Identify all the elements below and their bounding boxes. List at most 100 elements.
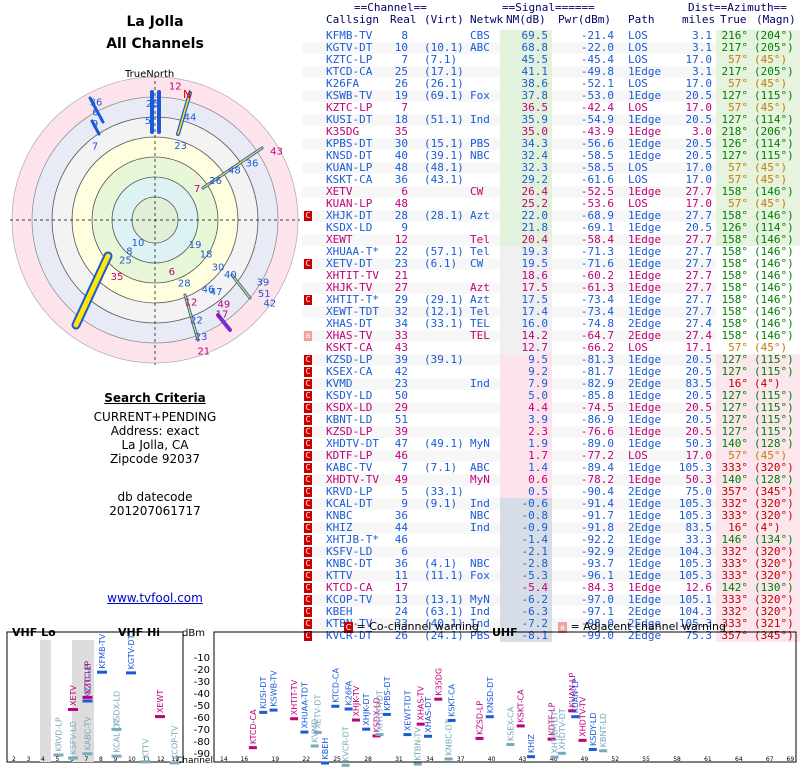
dbm-label: dBm bbox=[182, 628, 205, 639]
dbm-tick: -10 bbox=[194, 653, 210, 664]
criteria-line1: CURRENT+PENDING bbox=[93, 410, 217, 424]
spectrum-station-bar bbox=[527, 755, 535, 759]
uhf-channel-tick: 64 bbox=[735, 756, 743, 763]
dbm-tick: -30 bbox=[194, 677, 210, 688]
radar-channel-label: 36 bbox=[246, 159, 259, 170]
co-channel-warning: C bbox=[304, 427, 312, 437]
criteria-heading: Search Criteria bbox=[104, 391, 206, 405]
co-channel-warning: C bbox=[304, 355, 312, 365]
cell-net: CW bbox=[470, 257, 484, 270]
co-channel-warning: C bbox=[304, 523, 312, 533]
uhf-label: UHF bbox=[492, 626, 518, 639]
spectrum-station-label: XHJK-DT bbox=[362, 693, 371, 725]
spectrum-station-bar bbox=[506, 743, 515, 747]
radar-channel-label: 17 bbox=[216, 310, 229, 321]
spectrum-station-bar bbox=[485, 715, 494, 719]
radar-channel-label: 12 bbox=[185, 298, 198, 309]
header-pwr: Pwr(dBm) bbox=[558, 13, 611, 26]
spectrum-station-bar bbox=[313, 730, 322, 734]
vhf-channel-tick: 10 bbox=[128, 756, 136, 763]
co-channel-warning: C bbox=[304, 211, 312, 221]
spectrum-station-bar bbox=[82, 752, 93, 756]
radar-channel-label: 6 bbox=[92, 107, 98, 118]
spectrum-station-label: KSFV-LD bbox=[69, 721, 78, 754]
uhf-channel-tick: 40 bbox=[488, 756, 496, 763]
spectrum-station-label: KPBS-DT bbox=[383, 676, 392, 711]
table-row: a XHAS-TV 33 TEL 14.2 -64.7 2Edge 27.4 158° (146°… bbox=[302, 330, 800, 342]
table-row: C KSEX-CA 42 9.2 -81.7 1Edge 20.5 127° (115°) bbox=[302, 366, 800, 378]
spectrum-station-label: KTCD-CA bbox=[249, 709, 258, 744]
spectrum-station-label: KSEX-CA bbox=[506, 706, 515, 741]
spectrum-station-label: KTCD-CA bbox=[331, 667, 340, 702]
co-channel-warning: C bbox=[304, 295, 312, 305]
spectrum-station-label: XHAS-DT bbox=[424, 697, 433, 733]
cell-net: CW bbox=[470, 185, 484, 198]
vhf-channel-tick: 3 bbox=[27, 756, 31, 763]
tvfool-link[interactable]: www.tvfool.com bbox=[107, 591, 203, 605]
spectrum-station-bar bbox=[447, 718, 456, 722]
spectrum-station-label: KZTC-LP bbox=[84, 661, 93, 694]
vhf-channel-tick: 4 bbox=[41, 756, 45, 763]
uhf-channel-tick: 67 bbox=[766, 756, 774, 763]
spectrum-station-bar bbox=[126, 671, 136, 675]
spectrum-station-label: XHJK-TV bbox=[352, 685, 361, 716]
header-netwk: Netwk bbox=[470, 13, 504, 26]
spectrum-station-label: KCOP-TV bbox=[171, 725, 180, 759]
spectrum-station-bar bbox=[310, 744, 319, 748]
cell-net: Fox bbox=[470, 89, 490, 102]
radar-channel-label: 12 bbox=[169, 81, 182, 92]
co-channel-warning: C bbox=[304, 451, 312, 461]
radar-channel-label: 43 bbox=[270, 147, 283, 158]
spectrum-station-bar bbox=[259, 710, 268, 714]
spectrum-station-bar bbox=[588, 747, 597, 751]
vhf-channel-tick: 5 bbox=[56, 756, 60, 763]
co-channel-warning: C bbox=[304, 367, 312, 377]
spectrum-station-label: KFMB-TV bbox=[98, 633, 107, 668]
co-channel-warning: C bbox=[304, 487, 312, 497]
dbm-tick: -40 bbox=[194, 689, 210, 700]
table-row: XETV 6 CW 26.4 -52.5 1Edge 27.7 158° (146°) bbox=[302, 186, 800, 198]
radar-channel-label: 30 bbox=[212, 262, 225, 273]
spectrum-station-bar bbox=[413, 762, 422, 766]
spectrum-station-label: KRVD-LP bbox=[55, 717, 64, 751]
table-row: C KNBC 36 NBC -0.8 -91.7 1Edge 105.3 333° (320°) bbox=[302, 510, 800, 522]
radar-channel-label: 23 bbox=[174, 141, 187, 152]
radar-rings bbox=[10, 75, 300, 365]
cell-virt: (11.1) bbox=[424, 569, 464, 582]
cell-net: Fox bbox=[470, 569, 490, 582]
co-channel-warning: C bbox=[304, 559, 312, 569]
spectrum-station-bar bbox=[82, 695, 93, 699]
spectrum-station-bar bbox=[155, 715, 165, 719]
cell-virt: (49.1) bbox=[424, 437, 464, 450]
cell-net: Ind bbox=[470, 113, 490, 126]
radar-channel-label: 44 bbox=[184, 113, 197, 124]
uhf-channel-tick: 49 bbox=[581, 756, 589, 763]
radar-channel-label: 28 bbox=[178, 279, 191, 290]
radar-channel-label: 26 bbox=[209, 176, 222, 187]
spectrum-station-bar bbox=[82, 699, 93, 703]
spectrum-station-bar bbox=[403, 733, 412, 737]
radar-channel-label: 26 bbox=[146, 99, 159, 110]
spectrum-station-label: KZSD-LP bbox=[476, 701, 485, 735]
location-title: La Jolla bbox=[126, 14, 184, 30]
spectrum-station-bar bbox=[321, 761, 329, 765]
vhf-lo-label: VHF Lo bbox=[12, 626, 56, 639]
spectrum-station-label: XHUAA-TDT bbox=[300, 682, 309, 729]
header-true: True bbox=[720, 13, 747, 26]
cell-net: Ind bbox=[470, 521, 490, 534]
radar-channel-label: 5 bbox=[145, 116, 151, 127]
uhf-channel-tick: 16 bbox=[241, 756, 249, 763]
cell-virt: (51.1) bbox=[424, 113, 464, 126]
location-subtitle: All Channels bbox=[106, 36, 204, 52]
header-virt: (Virt) bbox=[424, 13, 464, 26]
spectrum-station-label: KSWB-TV bbox=[270, 670, 279, 707]
radar-channel-label: 21 bbox=[197, 346, 210, 357]
radar-channel-label: 42 bbox=[263, 298, 276, 309]
uhf-channel-tick: 25 bbox=[333, 756, 341, 763]
spectrum-station-label: KSKT-CA bbox=[448, 683, 457, 717]
dbm-tick: -60 bbox=[194, 713, 210, 724]
spectrum-station-label: KABC-TV bbox=[84, 716, 93, 751]
spectrum-station-bar bbox=[557, 751, 566, 755]
uhf-channel-tick: 28 bbox=[364, 756, 372, 763]
cell-virt: (33.1) bbox=[424, 317, 464, 330]
